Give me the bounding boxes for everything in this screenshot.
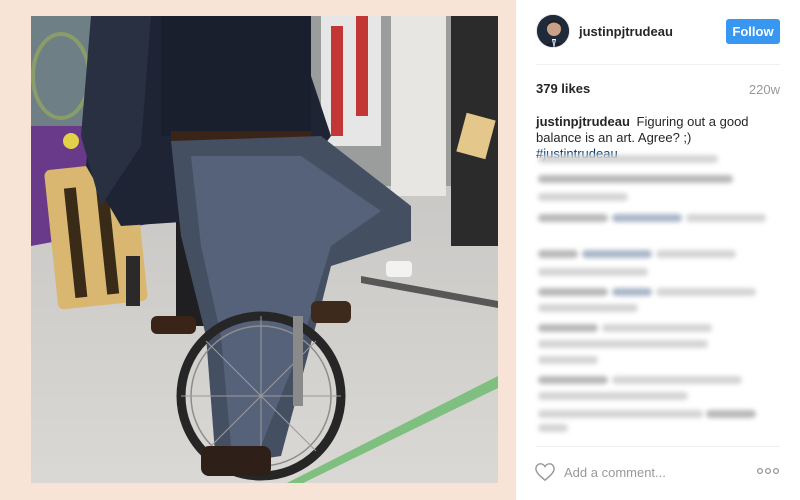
blurred-comment-line (656, 250, 736, 258)
unicycle-photo-illustration (31, 16, 498, 483)
blurred-comment-line (538, 410, 703, 418)
likes-count[interactable]: 379 likes (536, 81, 590, 96)
blurred-comment-line (538, 175, 733, 183)
post-sidebar: justinpjtrudeau Follow 379 likes 220w ju… (516, 0, 800, 500)
blurred-comment-line (612, 376, 742, 384)
comment-input[interactable] (564, 462, 744, 482)
post-header: justinpjtrudeau Follow (536, 14, 780, 50)
blurred-comment-line (612, 288, 652, 296)
blurred-comment-line (612, 214, 682, 222)
blurred-comment-line (538, 193, 628, 201)
blurred-comment-line (538, 250, 578, 258)
header-divider (536, 64, 780, 65)
blurred-comment-line (706, 410, 756, 418)
photo-pane (0, 0, 516, 500)
blurred-comment-line (538, 268, 648, 276)
blurred-comment-line (538, 356, 598, 364)
blurred-comment-line (538, 304, 638, 312)
more-options-icon[interactable] (756, 463, 780, 479)
avatar[interactable] (536, 14, 570, 48)
follow-button[interactable]: Follow (726, 19, 780, 44)
blurred-comment-line (538, 155, 718, 163)
comment-bar (516, 446, 800, 500)
blurred-comment-line (538, 376, 608, 384)
blurred-comment-line (538, 392, 688, 400)
caption-username[interactable]: justinpjtrudeau (536, 114, 630, 129)
blurred-comment-line (656, 288, 756, 296)
blurred-comment-line (602, 324, 712, 332)
username[interactable]: justinpjtrudeau (579, 24, 673, 39)
blurred-comment-line (582, 250, 652, 258)
heart-icon[interactable] (534, 462, 556, 482)
blurred-comment-line (538, 340, 708, 348)
blurred-comment-line (686, 214, 766, 222)
blurred-comment-line (538, 288, 608, 296)
blurred-comment-line (538, 214, 608, 222)
post-photo[interactable] (31, 16, 498, 483)
post-age[interactable]: 220w (749, 82, 780, 97)
blurred-comment-line (538, 324, 598, 332)
avatar-image (537, 15, 569, 47)
blurred-comment-line (538, 424, 568, 432)
